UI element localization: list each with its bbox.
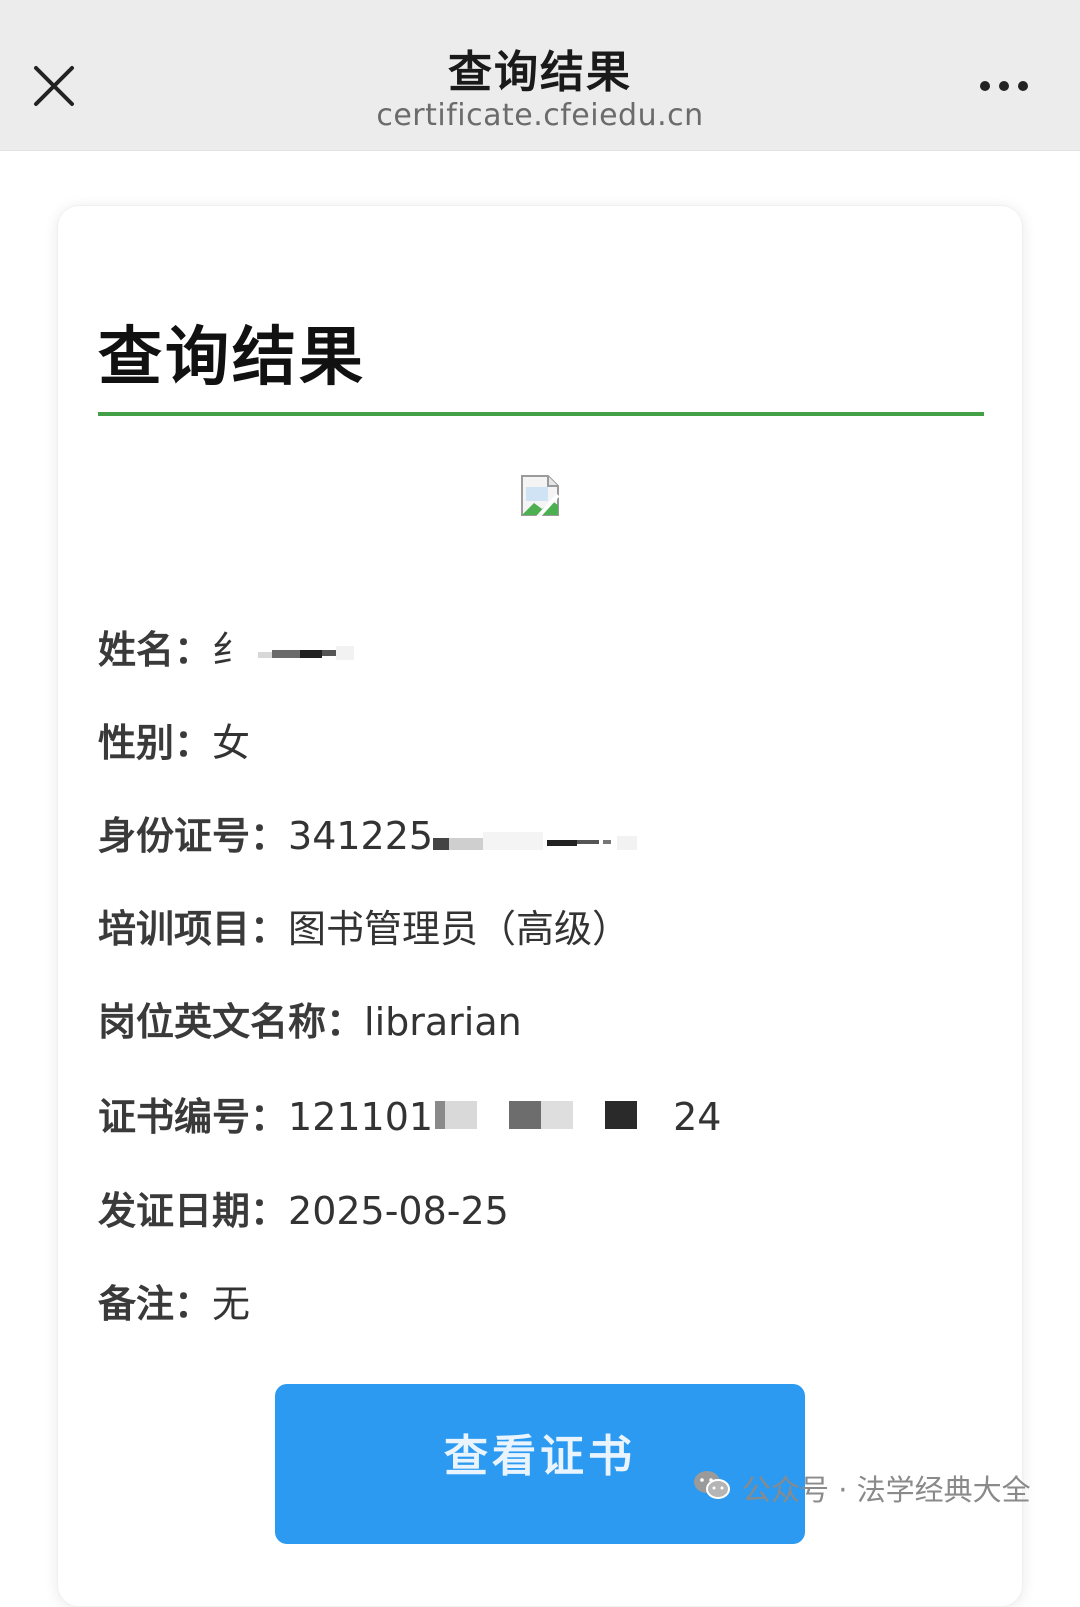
field-issue-date-value: 2025-08-25 — [288, 1189, 509, 1233]
field-certificate-number-suffix: 24 — [673, 1095, 722, 1139]
nav-domain: certificate.cfeiedu.cn — [376, 98, 704, 133]
field-certificate-number-label: 证书编号： — [98, 1095, 289, 1139]
field-training-project-value: 图书管理员（高级） — [288, 907, 631, 951]
redaction-mosaic — [433, 815, 653, 863]
redaction-mosaic — [433, 1096, 673, 1144]
broken-image-icon — [518, 473, 564, 519]
wechat-icon — [692, 1468, 732, 1509]
field-id-number-value: 341225 — [288, 814, 434, 858]
field-training-project-label: 培训项目： — [98, 907, 289, 951]
card-title: 查询结果 — [98, 321, 366, 395]
nav-title: 查询结果 — [448, 47, 632, 98]
field-english-title: 岗位英文名称：librarian — [98, 998, 522, 1046]
field-remarks: 备注：无 — [98, 1280, 250, 1328]
field-training-project: 培训项目：图书管理员（高级） — [98, 905, 630, 953]
field-gender-label: 性别： — [98, 721, 213, 765]
field-gender-value: 女 — [212, 721, 251, 765]
field-gender: 性别：女 — [98, 719, 250, 767]
watermark-text: 公众号 · 法学经典大全 — [742, 1473, 1031, 1507]
view-certificate-button[interactable]: 查看证书 — [275, 1384, 805, 1544]
title-divider — [98, 412, 984, 416]
field-remarks-value: 无 — [212, 1282, 251, 1326]
field-remarks-label: 备注： — [98, 1282, 213, 1326]
field-id-number: 身份证号：341225 — [98, 812, 653, 863]
field-issue-date-label: 发证日期： — [98, 1189, 289, 1233]
field-issue-date: 发证日期：2025-08-25 — [98, 1187, 509, 1235]
top-nav-bar: 查询结果 certificate.cfeiedu.cn — [0, 0, 1080, 151]
field-english-title-label: 岗位英文名称： — [98, 1000, 365, 1044]
field-certificate-number: 证书编号：121101 24 — [98, 1093, 721, 1144]
redaction-mosaic — [250, 629, 360, 677]
more-options-icon[interactable] — [972, 70, 1036, 102]
watermark: 公众号 · 法学经典大全 — [692, 1466, 1031, 1510]
field-id-number-label: 身份证号： — [98, 814, 289, 858]
field-name-label: 姓名： — [98, 628, 213, 672]
field-english-title-value: librarian — [364, 1000, 522, 1044]
field-certificate-number-value: 121101 — [288, 1095, 434, 1139]
field-name-value: 纟 — [212, 628, 251, 672]
field-name: 姓名：纟 — [98, 626, 360, 677]
